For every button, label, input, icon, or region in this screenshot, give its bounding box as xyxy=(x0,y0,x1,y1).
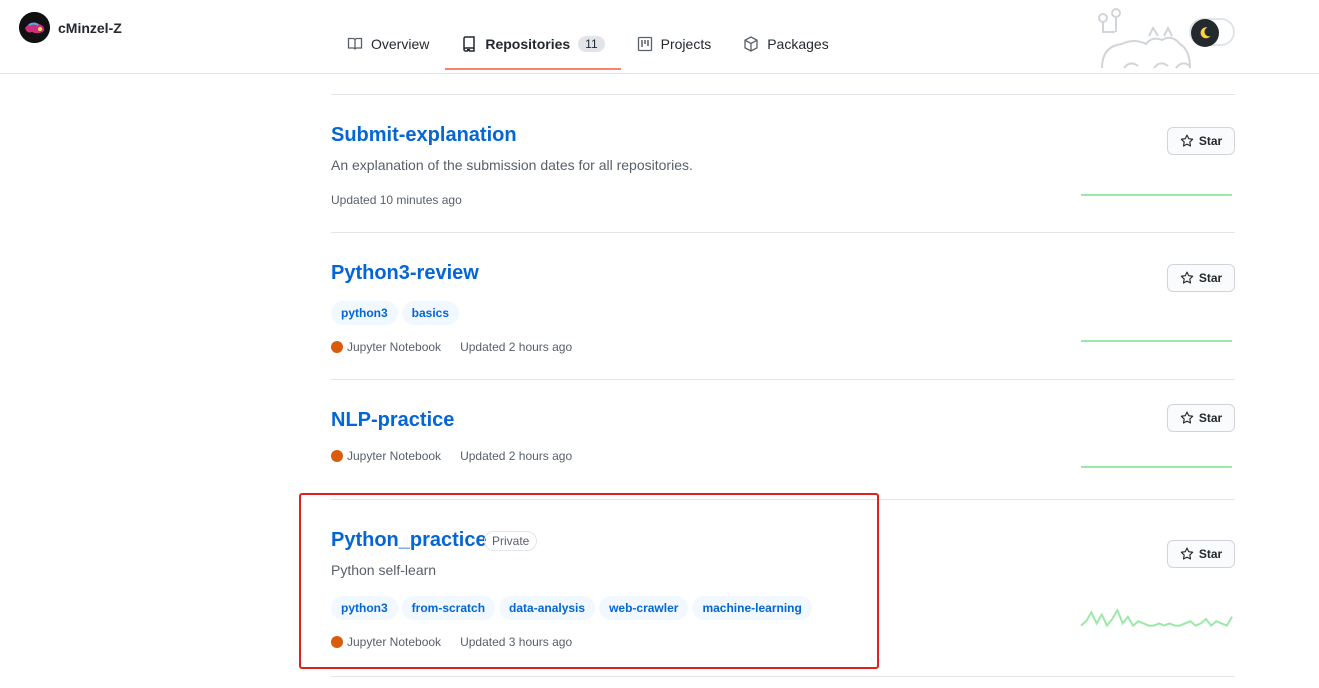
star-button[interactable]: Star xyxy=(1167,404,1235,432)
star-icon xyxy=(1180,411,1194,424)
tab-packages-label: Packages xyxy=(767,36,829,52)
star-label: Star xyxy=(1198,134,1223,148)
activity-line xyxy=(1080,607,1233,628)
tab-repositories-label: Repositories xyxy=(485,36,571,52)
repo-name-link[interactable]: Python3-review xyxy=(331,262,479,285)
repo-updated: Updated 2 hours ago xyxy=(460,340,573,354)
moon-icon xyxy=(1191,19,1219,47)
tab-repositories[interactable]: Repositories 11 xyxy=(445,22,621,70)
activity-sparkline xyxy=(1080,607,1233,628)
username[interactable]: cMinzel-Z xyxy=(58,20,122,36)
repo-meta: Jupyter Notebook Updated 2 hours ago xyxy=(331,340,572,354)
language-color-dot xyxy=(331,341,343,353)
repository-item: Submit-explanation An explanation of the… xyxy=(331,95,1235,233)
repo-name-link[interactable]: Submit-explanation xyxy=(331,124,517,147)
repo-language: Jupyter Notebook xyxy=(347,340,442,354)
repo-meta: Jupyter Notebook Updated 2 hours ago xyxy=(331,449,572,463)
avatar[interactable] xyxy=(19,12,50,43)
repo-updated: Updated 2 hours ago xyxy=(460,449,573,463)
profile-header: cMinzel-Z Overview Repositories 11 Proje… xyxy=(0,0,1319,74)
star-label: Star xyxy=(1198,547,1223,561)
project-icon xyxy=(637,36,653,52)
repo-description: An explanation of the submission dates f… xyxy=(331,157,693,173)
repository-item: Python3-review python3 basics Jupyter No… xyxy=(331,233,1235,380)
star-icon xyxy=(1180,271,1194,284)
star-label: Star xyxy=(1198,271,1223,285)
star-icon xyxy=(1180,134,1194,147)
repo-icon xyxy=(461,36,477,52)
repository-item: NLP-practice Jupyter Notebook Updated 2 … xyxy=(331,380,1235,500)
repo-topics: python3 basics xyxy=(331,301,463,325)
star-label: Star xyxy=(1198,411,1223,425)
theme-toggle[interactable] xyxy=(1189,18,1235,47)
tab-overview[interactable]: Overview xyxy=(331,22,445,66)
selection-highlight-box xyxy=(299,493,879,669)
tab-overview-label: Overview xyxy=(371,36,430,52)
repo-meta: Updated 10 minutes ago xyxy=(331,193,462,207)
activity-sparkline xyxy=(1081,194,1232,196)
tab-projects[interactable]: Projects xyxy=(621,22,728,66)
topic-tag[interactable]: python3 xyxy=(331,301,398,325)
repo-language: Jupyter Notebook xyxy=(347,449,442,463)
activity-sparkline xyxy=(1081,340,1232,342)
repositories-count-badge: 11 xyxy=(578,36,605,52)
repo-name-link[interactable]: NLP-practice xyxy=(331,409,454,432)
star-button[interactable]: Star xyxy=(1167,264,1235,292)
star-icon xyxy=(1180,547,1194,560)
tab-projects-label: Projects xyxy=(660,36,712,52)
language-color-dot xyxy=(331,450,343,462)
topic-tag[interactable]: basics xyxy=(401,301,460,325)
repo-updated: Updated 10 minutes ago xyxy=(331,193,462,207)
tab-packages[interactable]: Packages xyxy=(727,22,844,66)
star-button[interactable]: Star xyxy=(1167,127,1235,155)
profile-tabs: Overview Repositories 11 Projects Packag… xyxy=(331,26,845,73)
book-icon xyxy=(347,36,363,52)
activity-sparkline xyxy=(1081,466,1232,468)
package-icon xyxy=(743,36,759,52)
octocat-doodle-icon xyxy=(1098,8,1191,69)
star-button[interactable]: Star xyxy=(1167,540,1235,568)
